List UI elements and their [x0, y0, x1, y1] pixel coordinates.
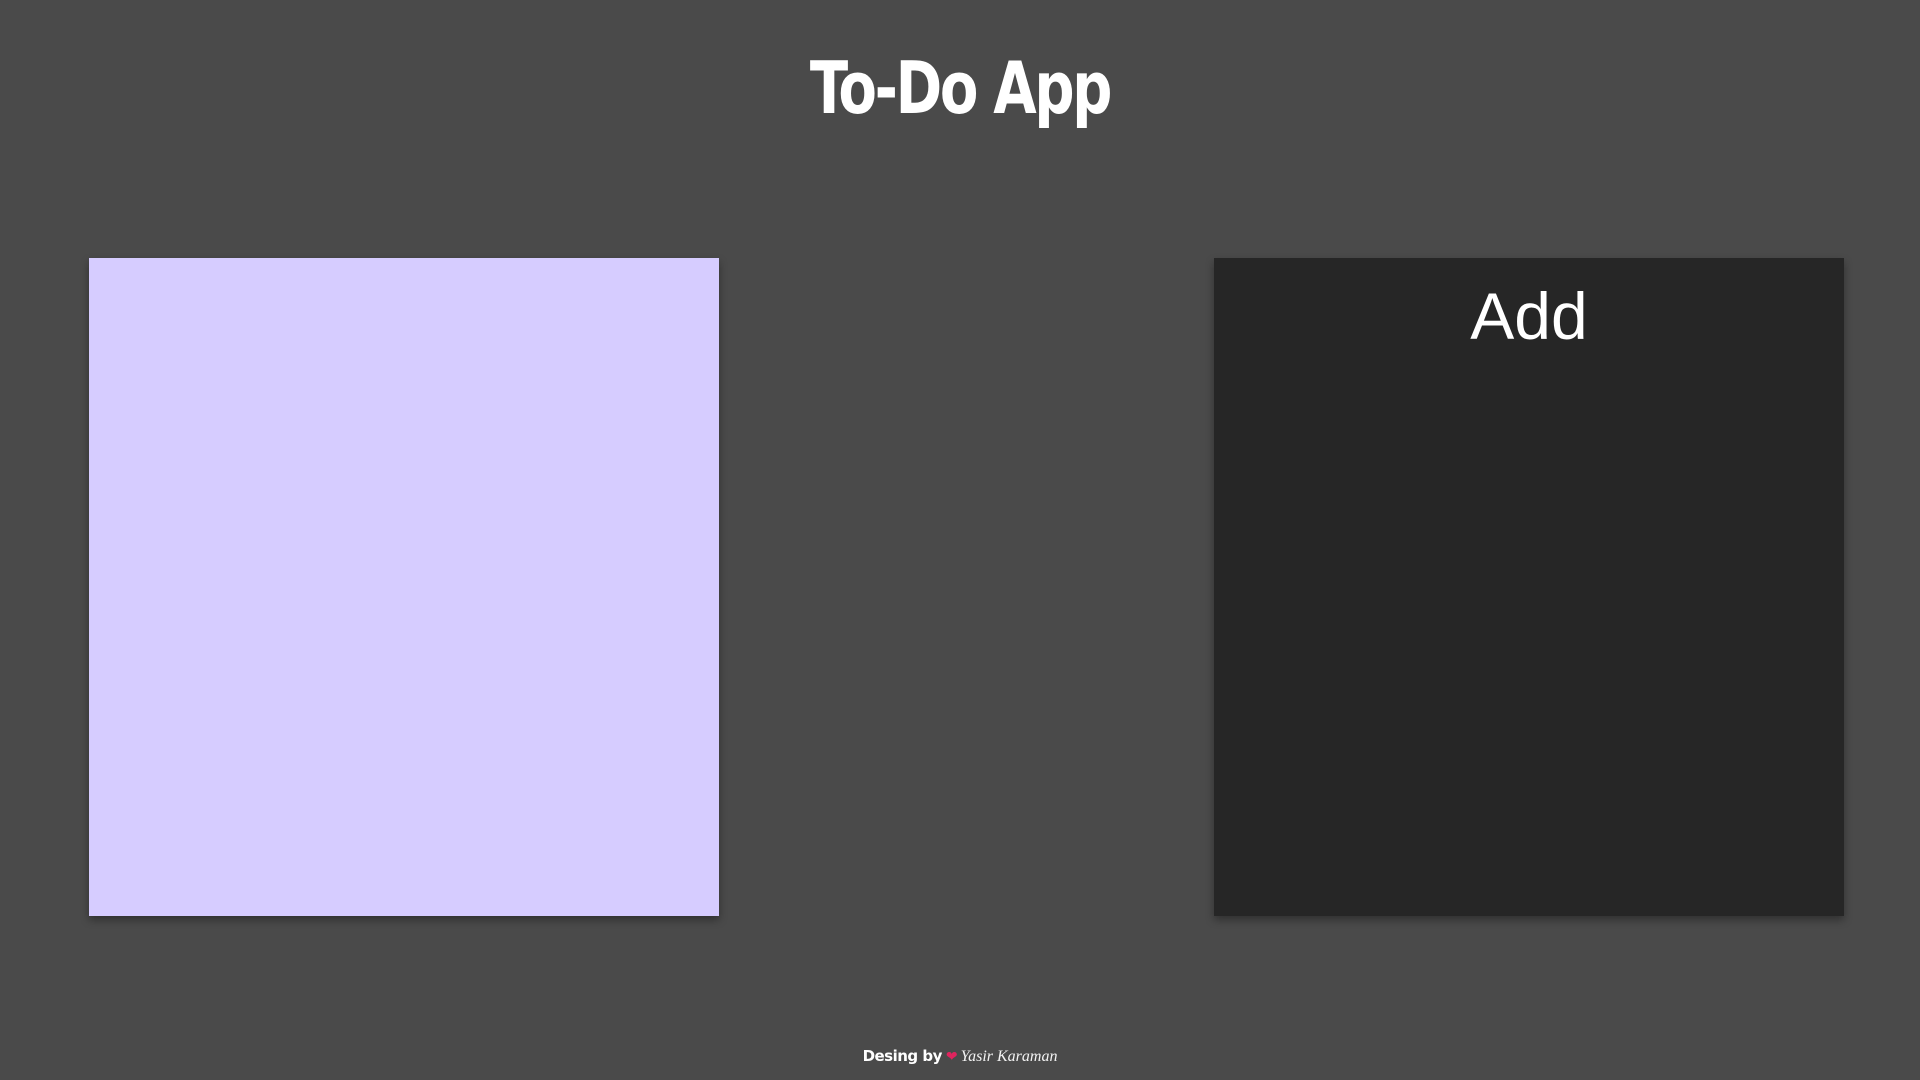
- note-list-panel: [89, 258, 719, 916]
- app-page: To-Do App Add Desing by ❤ Yasir Karaman: [0, 0, 1920, 1080]
- add-button-label[interactable]: Add: [1214, 276, 1844, 356]
- add-note-panel[interactable]: Add: [1214, 258, 1844, 916]
- footer-credit: Desing by ❤ Yasir Karaman: [0, 1044, 1920, 1069]
- footer-prefix: Desing by: [862, 1047, 943, 1065]
- heart-icon: ❤: [945, 1048, 958, 1064]
- footer-author: Yasir Karaman: [960, 1048, 1058, 1065]
- page-title: To-Do App: [809, 46, 1113, 130]
